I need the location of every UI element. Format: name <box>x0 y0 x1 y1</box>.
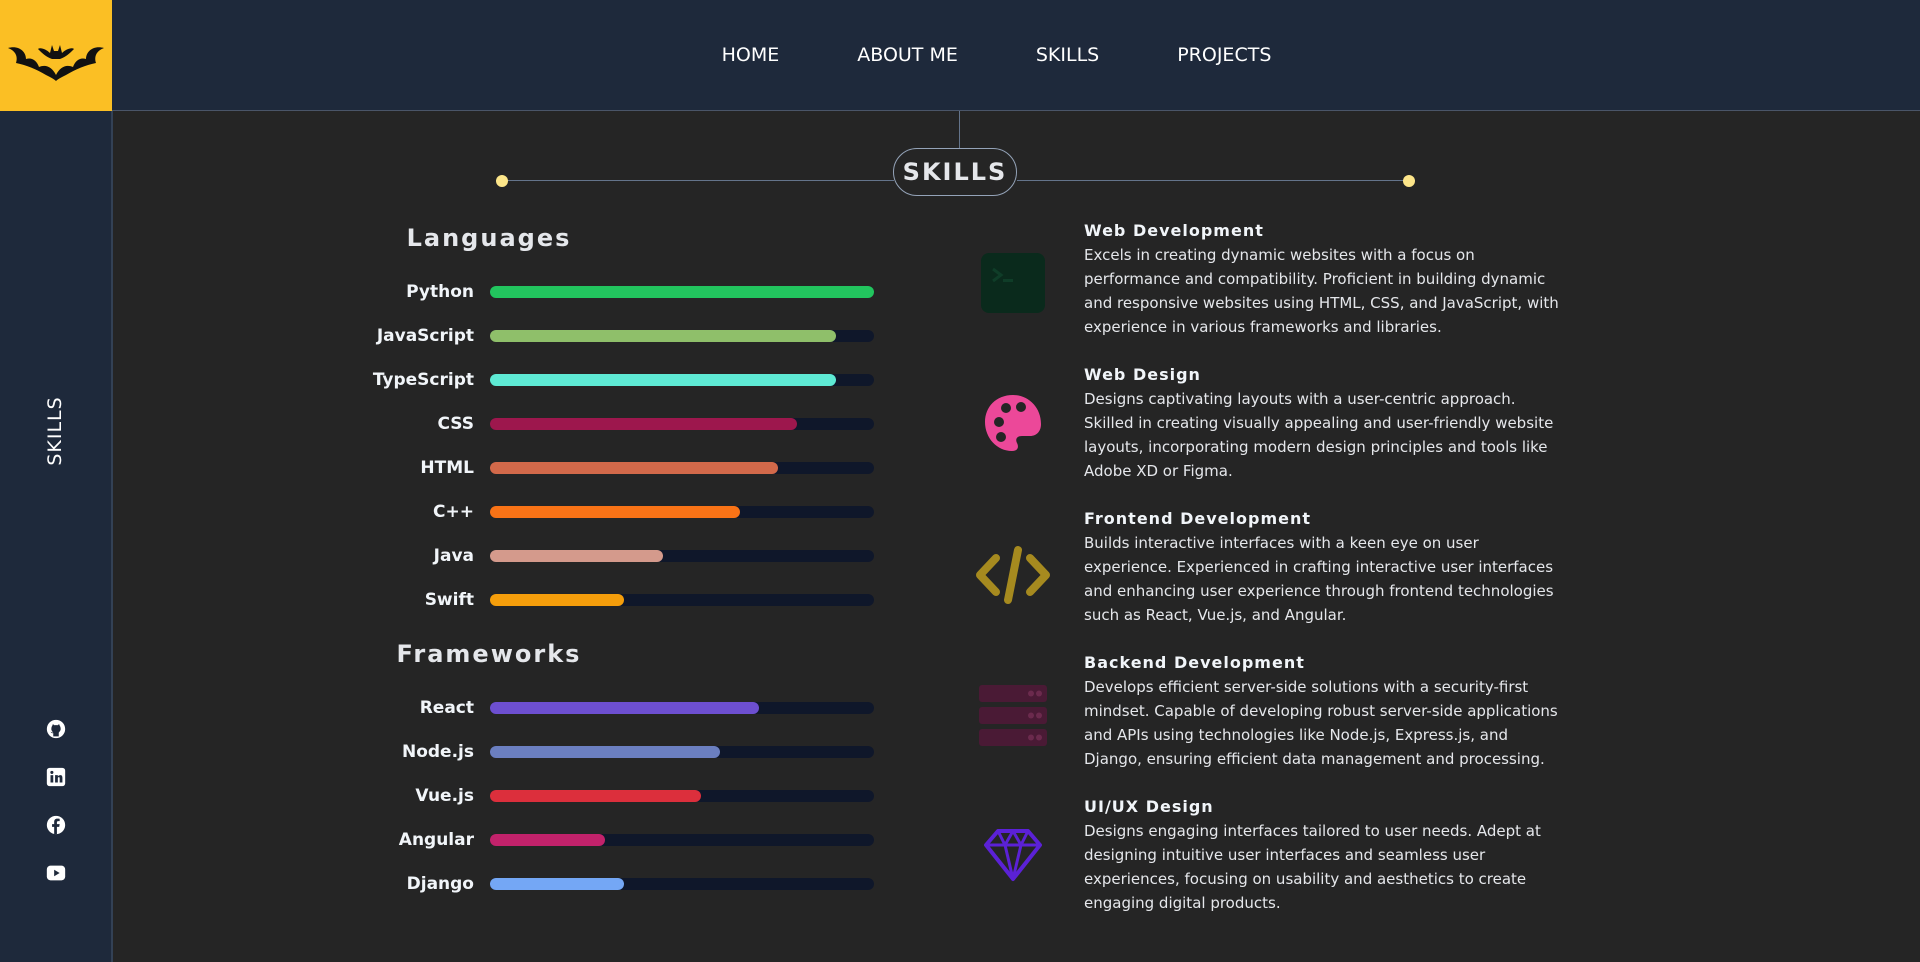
title-dot-left <box>496 175 508 187</box>
service-title: Web Design <box>1084 365 1201 384</box>
nav-home[interactable]: HOME <box>722 44 780 66</box>
skill-bar-track <box>490 702 874 714</box>
skill-name: Java <box>433 546 474 566</box>
skill-bar-track <box>490 878 874 890</box>
skill-name: C++ <box>433 502 474 522</box>
server-icon <box>975 677 1050 752</box>
code-icon <box>975 537 1050 612</box>
skill-name: Django <box>406 874 474 894</box>
service-title: Frontend Development <box>1084 509 1311 528</box>
skill-bar-track <box>490 462 874 474</box>
title-line-right <box>1017 180 1409 181</box>
skill-bar-track <box>490 550 874 562</box>
palette-icon <box>975 385 1050 460</box>
skill-bar-track <box>490 506 874 518</box>
service-title: Web Development <box>1084 221 1264 240</box>
skill-bar-fill <box>490 702 759 714</box>
service-description: Designs captivating layouts with a user-… <box>1084 390 1554 480</box>
skill-name: Python <box>406 282 474 302</box>
main-nav: HOME ABOUT ME SKILLS PROJECTS <box>112 0 1920 110</box>
title-line-left <box>502 180 894 181</box>
skill-name: CSS <box>437 414 474 434</box>
skill-bar-fill <box>490 834 606 846</box>
skill-bar-fill <box>490 462 778 474</box>
sidebar-section-label: SKILLS <box>44 396 66 466</box>
skill-bar-track <box>490 418 874 430</box>
skill-bar-track <box>490 374 874 386</box>
batman-logo[interactable] <box>0 0 112 111</box>
skill-bar-track <box>490 286 874 298</box>
skill-name: React <box>419 698 474 718</box>
youtube-icon[interactable] <box>45 862 67 884</box>
top-header: HOME ABOUT ME SKILLS PROJECTS <box>112 0 1920 111</box>
github-icon[interactable] <box>45 718 67 740</box>
skill-bar-row: Swift <box>300 590 880 610</box>
skill-bar-fill <box>490 746 721 758</box>
skill-bar-row: React <box>300 698 880 718</box>
skill-bar-track <box>490 834 874 846</box>
skill-bar-row: JavaScript <box>300 326 880 346</box>
nav-skills[interactable]: SKILLS <box>1036 44 1099 66</box>
skill-bar-track <box>490 790 874 802</box>
skill-name: Angular <box>398 830 474 850</box>
skill-bar-row: CSS <box>300 414 880 434</box>
skill-name: Vue.js <box>415 786 474 806</box>
skill-bar-row: Node.js <box>300 742 880 762</box>
service-title: UI/UX Design <box>1084 797 1214 816</box>
title-connector-vertical <box>959 111 960 149</box>
section-title: SKILLS <box>893 148 1017 196</box>
skill-bar-track <box>490 746 874 758</box>
skill-bar-fill <box>490 418 798 430</box>
skill-bar-fill <box>490 506 740 518</box>
sidebar: SKILLS <box>0 111 113 962</box>
skill-name: Node.js <box>401 742 474 762</box>
facebook-icon[interactable] <box>45 814 67 836</box>
frameworks-heading: Frameworks <box>396 640 582 668</box>
skill-bar-row: Angular <box>300 830 880 850</box>
title-dot-right <box>1403 175 1415 187</box>
service-description: Excels in creating dynamic websites with… <box>1084 246 1559 336</box>
skill-name: HTML <box>420 458 474 478</box>
skill-bar-fill <box>490 286 874 298</box>
terminal-icon <box>975 245 1050 320</box>
skill-bar-row: HTML <box>300 458 880 478</box>
service-description: Designs engaging interfaces tailored to … <box>1084 822 1541 912</box>
skill-bar-row: Python <box>300 282 880 302</box>
languages-heading: Languages <box>406 224 572 252</box>
skill-bar-row: TypeScript <box>300 370 880 390</box>
skill-name: TypeScript <box>372 370 474 390</box>
skill-bar-row: Java <box>300 546 880 566</box>
skill-bar-row: C++ <box>300 502 880 522</box>
skill-bar-fill <box>490 374 836 386</box>
service-title: Backend Development <box>1084 653 1305 672</box>
skill-bar-fill <box>490 550 663 562</box>
nav-projects[interactable]: PROJECTS <box>1177 44 1271 66</box>
skill-bar-row: Django <box>300 874 880 894</box>
linkedin-icon[interactable] <box>45 766 67 788</box>
diamond-icon <box>975 817 1050 892</box>
skill-bar-track <box>490 594 874 606</box>
skill-bar-fill <box>490 790 702 802</box>
skill-bar-track <box>490 330 874 342</box>
skill-name: Swift <box>424 590 474 610</box>
service-description: Builds interactive interfaces with a kee… <box>1084 534 1554 624</box>
skill-bar-fill <box>490 594 625 606</box>
social-links <box>0 718 111 910</box>
skill-bar-fill <box>490 878 625 890</box>
service-description: Develops efficient server-side solutions… <box>1084 678 1558 768</box>
skill-bar-row: Vue.js <box>300 786 880 806</box>
bat-icon <box>8 44 104 81</box>
skill-name: JavaScript <box>376 326 474 346</box>
nav-about-me[interactable]: ABOUT ME <box>857 44 958 66</box>
skill-bar-fill <box>490 330 836 342</box>
